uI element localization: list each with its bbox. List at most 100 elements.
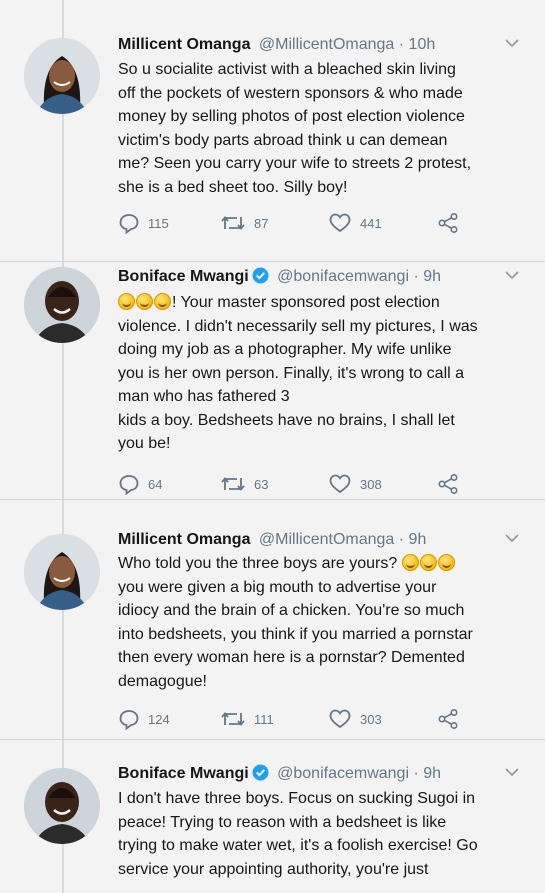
- reply-icon: [119, 214, 139, 234]
- tweet-line: peace! Trying to reason with a bedsheet …: [118, 813, 447, 831]
- avatar[interactable]: [24, 38, 100, 114]
- share-button[interactable]: [436, 210, 460, 236]
- like-button[interactable]: 441: [328, 210, 382, 236]
- reply-icon: [119, 475, 139, 495]
- tweet-line: money by selling photos of post election…: [118, 108, 465, 125]
- avatar[interactable]: [24, 267, 100, 343]
- tweet-text: ! Your master sponsored post election vi…: [118, 291, 538, 456]
- timestamp[interactable]: · 9h: [413, 765, 441, 782]
- tweet-line: into bedsheets, you think if you married…: [118, 625, 473, 643]
- retweet-button[interactable]: 111: [220, 706, 274, 732]
- author-handle[interactable]: @bonifacemwangi: [277, 268, 409, 285]
- share-icon: [438, 473, 458, 495]
- timestamp[interactable]: · 10h: [399, 36, 435, 53]
- tweet-actions: 124 111 303: [118, 706, 478, 732]
- tweet-header: Millicent Omanga @MillicentOmanga · 9h: [118, 528, 525, 552]
- like-count: 441: [360, 215, 382, 231]
- tweet-line: she is a bed sheet too. Silly boy!: [118, 178, 348, 196]
- retweet-icon: [221, 712, 245, 726]
- tweet-line: then every woman here is a pornstar? Dem…: [118, 649, 465, 666]
- tweet-header: Boniface Mwangi @bonifacemwangi · 9h: [118, 762, 525, 786]
- like-count: 308: [360, 476, 382, 492]
- grinning-emoji-icon: [401, 554, 419, 571]
- author-handle[interactable]: @MillicentOmanga: [259, 531, 394, 548]
- author-name[interactable]: Boniface Mwangi: [118, 765, 249, 782]
- tweet[interactable]: Millicent Omanga @MillicentOmanga · 10h …: [0, 0, 545, 262]
- tweet[interactable]: Boniface Mwangi @bonifacemwangi · 9h I d…: [0, 740, 545, 893]
- retweet-count: 111: [254, 711, 274, 727]
- tweet-line-text: ! Your master sponsored post election: [172, 294, 440, 311]
- share-icon: [438, 212, 458, 234]
- heart-icon: [329, 213, 351, 233]
- tweet-line: So u socialite activist with a bleached …: [118, 61, 456, 78]
- reply-button[interactable]: 115: [118, 210, 169, 236]
- share-button[interactable]: [436, 706, 460, 732]
- verified-badge-icon: [252, 764, 269, 781]
- heart-icon: [329, 709, 351, 729]
- author-handle[interactable]: @bonifacemwangi: [277, 765, 409, 782]
- tweet-line: demagogue!: [118, 672, 207, 690]
- heart-icon: [329, 474, 351, 494]
- author-name[interactable]: Boniface Mwangi: [118, 268, 249, 285]
- avatar[interactable]: [24, 534, 100, 610]
- retweet-count: 87: [254, 215, 269, 231]
- retweet-button[interactable]: 63: [220, 471, 268, 497]
- author-handle[interactable]: @MillicentOmanga: [259, 36, 394, 53]
- retweet-button[interactable]: 87: [220, 210, 268, 236]
- author-name[interactable]: Millicent Omanga: [118, 531, 250, 548]
- tweet-actions: 115 87 441: [118, 210, 478, 236]
- chevron-down-icon[interactable]: [505, 38, 519, 48]
- reply-count: 124: [148, 711, 170, 727]
- reply-count: 115: [148, 215, 169, 231]
- man-avatar-icon: [24, 768, 100, 844]
- tweet-line: you is her own person. Finally, it's wro…: [118, 364, 465, 382]
- chevron-down-icon[interactable]: [505, 533, 519, 543]
- tweet[interactable]: Millicent Omanga @MillicentOmanga · 9h W…: [0, 500, 545, 740]
- tweet-line: ! Your master sponsored post election: [118, 291, 538, 315]
- tweet-line: trying to make water wet, it's a foolish…: [118, 837, 478, 854]
- avatar[interactable]: [24, 768, 100, 844]
- tweet-line: idiocy and the brain of a chicken. You'r…: [118, 602, 465, 619]
- author-name[interactable]: Millicent Omanga: [118, 36, 250, 53]
- verified-badge-icon: [252, 267, 269, 284]
- chevron-down-icon[interactable]: [505, 270, 519, 280]
- tweet-line: man who has fathered 3: [118, 388, 290, 405]
- woman-avatar-icon: [24, 534, 100, 610]
- reply-button[interactable]: 124: [118, 706, 170, 732]
- man-avatar-icon: [24, 267, 100, 343]
- tweet[interactable]: Boniface Mwangi @bonifacemwangi · 9h ! Y…: [0, 262, 545, 500]
- tweet-header: Boniface Mwangi @bonifacemwangi · 9h: [118, 265, 525, 289]
- retweet-count: 63: [254, 476, 269, 492]
- tweet-line: Who told you the three boys are yours?: [118, 552, 538, 576]
- timestamp[interactable]: · 9h: [413, 268, 441, 285]
- retweet-icon: [221, 216, 245, 230]
- tweet-text: Who told you the three boys are yours? y…: [118, 552, 538, 693]
- tweet-line: you were given a big mouth to advertise …: [118, 578, 437, 596]
- grinning-emoji-icon: [419, 554, 437, 571]
- grinning-emoji-icon: [118, 293, 135, 310]
- like-button[interactable]: 303: [328, 706, 382, 732]
- grinning-emoji-icon: [154, 293, 171, 310]
- tweet-actions: 64 63 308: [118, 471, 478, 497]
- grinning-emoji-icon: [437, 554, 455, 571]
- tweet-line: me? Seen you carry your wife to streets …: [118, 155, 472, 172]
- tweet-header: Millicent Omanga @MillicentOmanga · 10h: [118, 33, 525, 57]
- tweet-text: I don't have three boys. Focus on suckin…: [118, 787, 538, 881]
- tweet-line: doing my job as a photographer. My wife …: [118, 341, 452, 358]
- tweet-line: kids a boy. Bedsheets have no brains, I …: [118, 411, 455, 429]
- tweet-line: I don't have three boys. Focus on suckin…: [118, 790, 476, 807]
- timestamp[interactable]: · 9h: [399, 531, 427, 548]
- tweet-line: violence. I didn't necessarily sell my p…: [118, 317, 478, 335]
- reply-count: 64: [148, 476, 163, 492]
- share-icon: [438, 708, 458, 730]
- retweet-icon: [221, 477, 245, 491]
- share-button[interactable]: [436, 471, 460, 497]
- tweet-line: off the pockets of western sponsors & wh…: [118, 84, 463, 102]
- like-count: 303: [360, 711, 382, 727]
- tweet-line: victim's body parts abroad think u can d…: [118, 131, 448, 149]
- like-button[interactable]: 308: [328, 471, 382, 497]
- reply-button[interactable]: 64: [118, 471, 162, 497]
- chevron-down-icon[interactable]: [505, 767, 519, 777]
- tweet-line: service your appointing authority, you'r…: [118, 860, 429, 878]
- tweet-line-text: Who told you the three boys are yours?: [118, 555, 398, 572]
